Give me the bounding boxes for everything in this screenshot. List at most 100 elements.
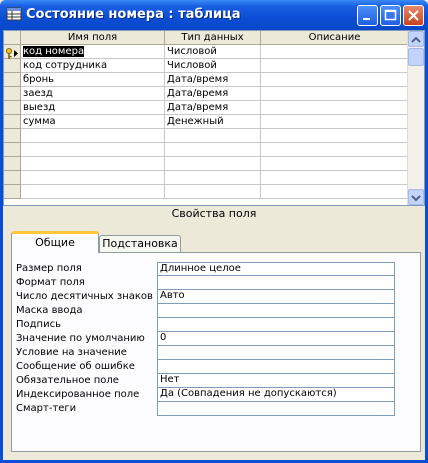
scroll-down-button[interactable] (408, 189, 424, 205)
close-button[interactable] (403, 5, 424, 26)
table-row[interactable] (4, 129, 409, 143)
data-type-cell[interactable] (165, 129, 261, 143)
property-value-field[interactable]: Да (Совпадения не допускаются) (157, 388, 395, 402)
data-type-cell[interactable]: Денежный (165, 115, 261, 129)
row-selector[interactable] (4, 157, 21, 171)
property-value-field[interactable]: Нет (157, 374, 395, 388)
data-type-cell-text: Дата/время (167, 102, 229, 113)
data-type-cell[interactable] (165, 157, 261, 171)
data-type-cell[interactable]: Числовой (165, 45, 261, 59)
grid-vertical-scrollbar[interactable] (407, 31, 424, 205)
row-selector[interactable] (4, 143, 21, 157)
tab-general[interactable]: Общие (11, 231, 99, 253)
field-name-cell[interactable] (21, 185, 165, 199)
minimize-button[interactable] (357, 5, 378, 26)
field-properties-caption: Свойства поля (171, 207, 257, 220)
field-name-cell[interactable] (21, 143, 165, 157)
description-cell[interactable] (261, 45, 409, 59)
minimize-icon (363, 18, 370, 20)
row-selector[interactable] (4, 87, 21, 101)
property-label: Условие на значение (16, 347, 127, 358)
data-type-cell[interactable]: Дата/время (165, 87, 261, 101)
table-row[interactable]: выезд Дата/время (4, 101, 409, 115)
property-value-field[interactable]: 0 (157, 332, 395, 346)
description-cell[interactable] (261, 185, 409, 199)
table-row[interactable]: код сотрудника Числовой (4, 59, 409, 73)
property-label: Сообщение об ошибке (16, 361, 135, 372)
data-type-cell[interactable] (165, 185, 261, 199)
description-cell[interactable] (261, 129, 409, 143)
description-cell[interactable] (261, 157, 409, 171)
description-cell[interactable] (261, 59, 409, 73)
table-row[interactable]: сумма Денежный (4, 115, 409, 129)
description-cell[interactable] (261, 171, 409, 185)
scroll-thumb[interactable] (408, 48, 424, 66)
data-type-cell[interactable]: Числовой (165, 59, 261, 73)
row-selector[interactable] (4, 115, 21, 129)
title-bar[interactable]: Состояние номера : таблица (0, 0, 428, 30)
scroll-up-button[interactable] (408, 31, 424, 47)
data-type-cell[interactable]: Дата/время (165, 101, 261, 115)
row-selector[interactable] (4, 73, 21, 87)
field-name-cell[interactable]: сумма (21, 115, 165, 129)
data-type-cell-text: Дата/время (167, 88, 229, 99)
property-label: Индексированное поле (16, 389, 140, 400)
row-selector[interactable] (4, 45, 21, 59)
data-type-cell-text: Числовой (167, 60, 217, 71)
property-label: Смарт-теги (16, 403, 77, 414)
column-header-type[interactable]: Тип данных (165, 31, 261, 45)
property-label: Размер поля (16, 263, 82, 274)
table-row[interactable]: бронь Дата/время (4, 73, 409, 87)
field-name-cell[interactable] (21, 157, 165, 171)
data-type-cell[interactable] (165, 171, 261, 185)
field-name-cell[interactable]: бронь (21, 73, 165, 87)
field-name-cell[interactable] (21, 171, 165, 185)
column-header-description[interactable]: Описание (261, 31, 409, 45)
row-selector[interactable] (4, 171, 21, 185)
property-value-field[interactable] (157, 276, 395, 290)
table-row[interactable]: заезд Дата/время (4, 87, 409, 101)
property-value-field[interactable] (157, 402, 395, 416)
field-name-cell[interactable]: код сотрудника (21, 59, 165, 73)
field-name-cell-text: сумма (23, 116, 56, 127)
description-cell[interactable] (261, 73, 409, 87)
property-value-field[interactable]: Длинное целое (157, 262, 395, 276)
general-properties-panel: Размер поля Длинное целое Формат поля Число… (11, 252, 421, 452)
column-header-name[interactable]: Имя поля (21, 31, 165, 45)
properties-tabs: Общие Подстановка (11, 231, 421, 253)
field-grid: Имя поля Тип данных Описание код номера Ч… (3, 30, 425, 206)
property-value-field[interactable] (157, 304, 395, 318)
table-row[interactable]: код номера Числовой (4, 45, 409, 59)
table-row[interactable] (4, 185, 409, 199)
data-type-cell[interactable]: Дата/время (165, 73, 261, 87)
table-row[interactable] (4, 171, 409, 185)
description-cell[interactable] (261, 115, 409, 129)
tab-lookup[interactable]: Подстановка (99, 235, 181, 253)
description-cell[interactable] (261, 87, 409, 101)
table-row[interactable] (4, 157, 409, 171)
property-label: Подпись (16, 319, 61, 330)
header-corner[interactable] (4, 31, 21, 45)
table-row[interactable] (4, 143, 409, 157)
description-cell[interactable] (261, 101, 409, 115)
property-label: Обязательное поле (16, 375, 119, 386)
description-cell[interactable] (261, 143, 409, 157)
field-name-cell[interactable]: заезд (21, 87, 165, 101)
field-name-cell[interactable]: выезд (21, 101, 165, 115)
property-value-field[interactable] (157, 360, 395, 374)
arrow-up-icon (411, 36, 421, 43)
row-selector[interactable] (4, 185, 21, 199)
row-selector[interactable] (4, 129, 21, 143)
field-name-cell[interactable]: код номера (21, 45, 165, 59)
window-title: Состояние номера : таблица (26, 7, 241, 22)
maximize-button[interactable] (380, 5, 401, 26)
property-value-field[interactable] (157, 346, 395, 360)
data-type-cell[interactable] (165, 143, 261, 157)
row-selector[interactable] (4, 101, 21, 115)
property-value-field[interactable]: Авто (157, 290, 395, 304)
field-name-cell[interactable] (21, 129, 165, 143)
property-value-field[interactable] (157, 318, 395, 332)
row-selector[interactable] (4, 59, 21, 73)
field-name-cell-text: выезд (23, 102, 56, 113)
close-icon (408, 10, 419, 21)
